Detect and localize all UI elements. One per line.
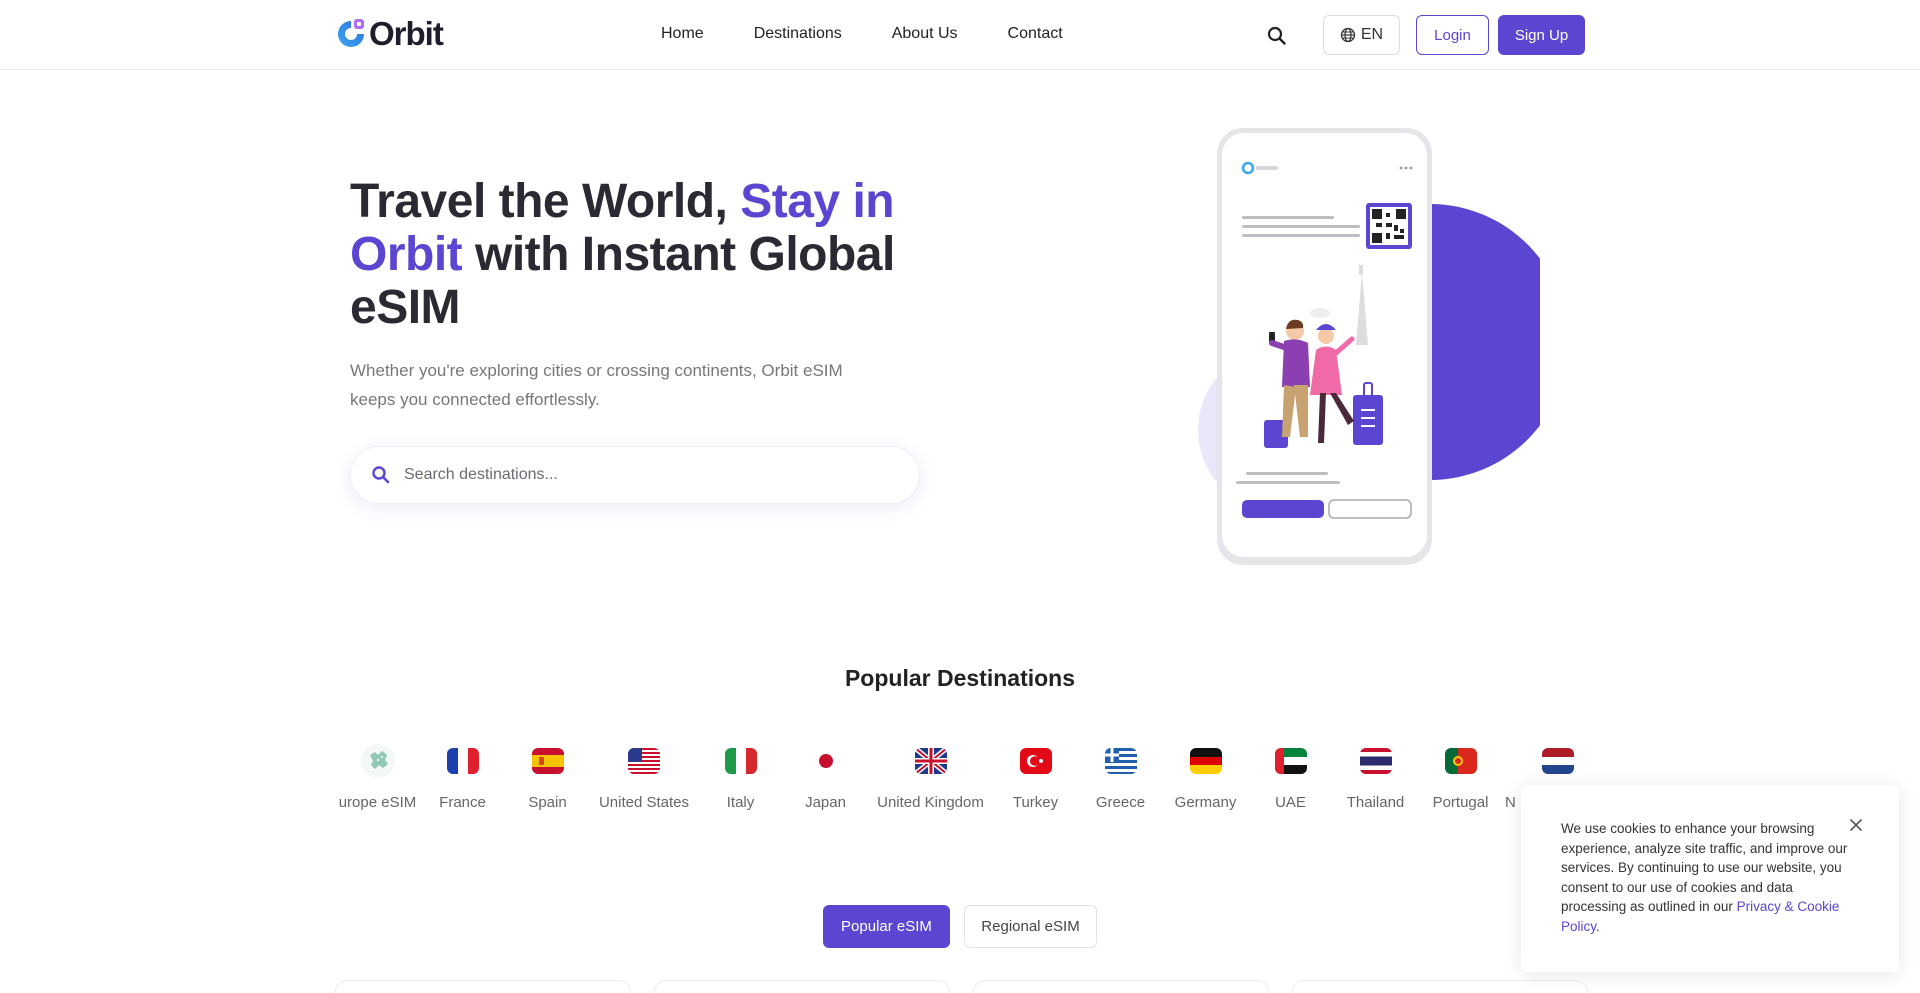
hero-phone-illustration	[1198, 128, 1540, 565]
destination-label: Italy	[726, 794, 755, 811]
popular-destinations-title: Popular Destinations	[844, 665, 1076, 691]
search-icon	[372, 466, 390, 484]
destination-item[interactable]: Thailand	[1333, 738, 1418, 811]
close-icon[interactable]	[1847, 816, 1865, 834]
portugal-flag-icon	[1444, 748, 1477, 774]
search-icon[interactable]	[1266, 25, 1288, 47]
plan-card[interactable]	[973, 980, 1269, 993]
language-selector[interactable]: EN	[1323, 15, 1400, 55]
united-kingdom-flag-icon	[914, 748, 947, 774]
orbit-logo-icon	[338, 19, 364, 47]
destination-search-input[interactable]	[404, 466, 884, 484]
france-flag-icon	[446, 748, 479, 774]
main-nav: Home Destinations About Us Contact	[661, 24, 1113, 44]
logo-text: Orbit	[369, 15, 444, 52]
uae-flag-icon	[1274, 748, 1307, 774]
destination-item[interactable]: Portugal	[1418, 738, 1503, 811]
destination-label: Greece	[1095, 794, 1146, 811]
thailand-flag-icon	[1359, 748, 1392, 774]
destination-item[interactable]: Italy	[698, 738, 783, 811]
site-header: Orbit Home Destinations About Us Contact…	[0, 0, 1920, 70]
destination-item[interactable]: urope eSIM	[335, 738, 420, 811]
globe-icon	[1340, 27, 1356, 43]
destination-item[interactable]: Germany	[1163, 738, 1248, 811]
hero-subtitle: Whether you're exploring cities or cross…	[350, 361, 843, 409]
destination-label: Portugal	[1432, 794, 1489, 811]
destination-label: Thailand	[1346, 794, 1405, 811]
hero-title: Travel the World, Stay in Orbit with Ins…	[350, 175, 910, 334]
tab-regional-esim[interactable]: Regional eSIM	[964, 905, 1097, 948]
hero-title-part1: Travel the World,	[350, 175, 741, 228]
orbit-logo[interactable]: Orbit	[335, 15, 444, 52]
destination-label: UAE	[1275, 794, 1306, 811]
destination-label: urope eSIM	[338, 794, 417, 811]
nav-destinations[interactable]: Destinations	[754, 24, 842, 44]
destination-item[interactable]: Japan	[783, 738, 868, 811]
destination-carousel[interactable]: urope eSIM France Spain United States It…	[335, 738, 1585, 828]
italy-flag-icon	[724, 748, 757, 774]
destination-label: N	[1505, 794, 1516, 811]
netherlands-flag-icon	[1542, 748, 1574, 774]
plan-card[interactable]	[335, 980, 631, 993]
destination-item[interactable]: United Kingdom	[868, 738, 993, 811]
destination-label: United States	[598, 794, 690, 811]
nav-about-us[interactable]: About Us	[892, 24, 958, 44]
tab-popular-esim[interactable]: Popular eSIM	[823, 905, 950, 948]
cookie-banner: We use cookies to enhance your browsing …	[1521, 785, 1899, 972]
destination-label: United Kingdom	[877, 794, 984, 811]
nav-home[interactable]: Home	[661, 24, 704, 44]
cookie-text: We use cookies to enhance your browsing …	[1561, 819, 1856, 937]
destination-label: Spain	[528, 794, 567, 811]
login-button[interactable]: Login	[1416, 15, 1489, 55]
destination-label: Turkey	[1012, 794, 1059, 811]
japan-flag-icon	[809, 748, 842, 774]
destination-item[interactable]: France	[420, 738, 505, 811]
germany-flag-icon	[1189, 748, 1222, 774]
destination-item[interactable]: Greece	[1078, 738, 1163, 811]
nav-contact[interactable]: Contact	[1008, 24, 1063, 44]
destination-row: urope eSIM France Spain United States It…	[335, 738, 1585, 811]
plan-card[interactable]	[1292, 980, 1588, 993]
destination-label: France	[439, 794, 486, 811]
language-code: EN	[1360, 26, 1384, 43]
turkey-flag-icon	[1019, 748, 1052, 774]
destination-label: Germany	[1174, 794, 1237, 811]
plan-card[interactable]	[654, 980, 950, 993]
europe-map-icon	[360, 744, 395, 778]
cookie-suffix: .	[1596, 918, 1600, 934]
destination-item[interactable]: Turkey	[993, 738, 1078, 811]
destination-item[interactable]: UAE	[1248, 738, 1333, 811]
greece-flag-icon	[1104, 748, 1137, 774]
signup-button[interactable]: Sign Up	[1498, 15, 1585, 55]
destination-item[interactable]: Spain	[505, 738, 590, 811]
destination-item[interactable]: United States	[590, 738, 698, 811]
spain-flag-icon	[531, 748, 564, 774]
destination-label: Japan	[805, 794, 846, 811]
united-states-flag-icon	[628, 748, 660, 774]
destination-search-box[interactable]	[350, 446, 920, 504]
